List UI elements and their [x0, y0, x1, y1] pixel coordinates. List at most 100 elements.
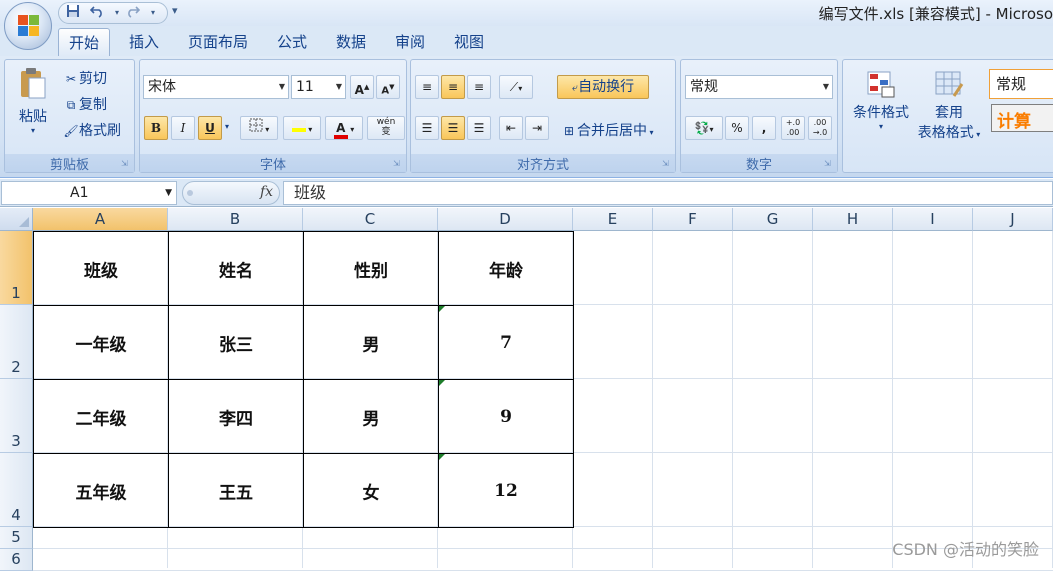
fill-color-button[interactable]: ▾: [283, 116, 321, 140]
insert-function-button[interactable]: fx: [260, 184, 273, 200]
conditional-formatting-button[interactable]: 条件格式 ▾: [847, 70, 915, 131]
number-format-select[interactable]: 常规 ▼: [685, 75, 833, 99]
cut-button[interactable]: ✂ 剪切: [63, 68, 107, 88]
clipboard-launcher-icon[interactable]: ⇲: [121, 159, 131, 169]
formula-input[interactable]: 班级: [283, 181, 1053, 205]
column-header-c[interactable]: C: [303, 208, 438, 231]
worksheet-grid[interactable]: ABCDEFGHIJ 123456 班级 姓名 性别 年龄 一年级 张三男 7 二年级 李四男 9…: [0, 208, 1053, 571]
borders-button[interactable]: ▾: [240, 116, 278, 140]
paste-dropdown-icon[interactable]: ▾: [13, 126, 53, 135]
column-header-g[interactable]: G: [733, 208, 813, 231]
shrink-font-button[interactable]: A▼: [376, 75, 400, 99]
cell-a4[interactable]: 五年级: [33, 453, 169, 528]
increase-indent-button[interactable]: ⇥: [525, 116, 549, 140]
tab-insert[interactable]: 插入: [119, 28, 169, 56]
chevron-down-icon: ▼: [822, 82, 829, 91]
align-left-icon: ☰: [421, 121, 433, 135]
underline-dropdown-icon[interactable]: ▾: [225, 122, 229, 131]
cell-a2[interactable]: 一年级: [33, 305, 169, 380]
paste-icon: [21, 68, 46, 99]
font-name-select[interactable]: 宋体 ▼: [143, 75, 289, 99]
percent-button[interactable]: %: [725, 116, 749, 140]
tab-view[interactable]: 视图: [444, 28, 494, 56]
office-button[interactable]: [4, 2, 52, 50]
align-middle-button[interactable]: ≡: [441, 75, 465, 99]
underline-button[interactable]: U: [198, 116, 222, 140]
save-icon[interactable]: [63, 4, 83, 22]
tab-home[interactable]: 开始: [58, 28, 111, 56]
merge-center-button[interactable]: ⊞ 合并后居中 ▾: [561, 120, 654, 140]
name-box[interactable]: A1 ▼: [1, 181, 177, 205]
cell-b1[interactable]: 姓名: [168, 231, 304, 306]
row-header-2[interactable]: 2: [0, 305, 33, 379]
align-bottom-button[interactable]: ≡: [467, 75, 491, 99]
cell-a3[interactable]: 二年级: [33, 379, 169, 454]
align-right-button[interactable]: ☰: [467, 116, 491, 140]
bold-button[interactable]: B: [144, 116, 168, 140]
align-left-button[interactable]: ☰: [415, 116, 439, 140]
column-header-b[interactable]: B: [168, 208, 303, 231]
cell-c3[interactable]: 男: [303, 379, 439, 454]
phonetic-button[interactable]: wén 变: [367, 116, 405, 140]
style-normal-swatch[interactable]: 常规: [989, 69, 1053, 99]
align-middle-icon: ≡: [447, 80, 459, 94]
number-group-label: 数字: [681, 154, 837, 173]
style-calculation-swatch[interactable]: 计算: [991, 104, 1053, 132]
font-color-button[interactable]: A ▾: [325, 116, 363, 140]
customize-qat-icon[interactable]: ▾: [172, 4, 178, 17]
cell-c4[interactable]: 女: [303, 453, 439, 528]
divider-handle-icon[interactable]: [187, 190, 193, 196]
row-header-1[interactable]: 1: [0, 231, 33, 305]
grow-font-button[interactable]: A▲: [350, 75, 374, 99]
accounting-format-button[interactable]: 💱▾: [685, 116, 723, 140]
undo-icon[interactable]: [87, 4, 107, 22]
cell-d3[interactable]: 9: [438, 379, 574, 454]
row-header-3[interactable]: 3: [0, 379, 33, 453]
increase-decimal-button[interactable]: +.0 .00: [781, 116, 805, 140]
paste-button[interactable]: 粘贴 ▾: [13, 66, 53, 135]
format-painter-label: 格式刷: [79, 123, 121, 139]
font-launcher-icon[interactable]: ⇲: [393, 159, 403, 169]
row-header-5[interactable]: 5: [0, 527, 33, 549]
chevron-down-icon: ▼: [165, 188, 172, 198]
row-header-4[interactable]: 4: [0, 453, 33, 527]
copy-button[interactable]: ⧉ 复制: [63, 94, 107, 114]
select-all-button[interactable]: [0, 208, 33, 231]
column-header-f[interactable]: F: [653, 208, 733, 231]
cell-c1[interactable]: 性别: [303, 231, 439, 306]
column-header-i[interactable]: I: [893, 208, 973, 231]
redo-icon[interactable]: [123, 4, 143, 22]
cell-d1[interactable]: 年龄: [438, 231, 574, 306]
decrease-indent-button[interactable]: ⇤: [499, 116, 523, 140]
italic-button[interactable]: I: [171, 116, 195, 140]
cell-c2[interactable]: 男: [303, 305, 439, 380]
wrap-text-button[interactable]: ⤶自动换行: [557, 75, 649, 99]
tab-data[interactable]: 数据: [326, 28, 376, 56]
cell-d4[interactable]: 12: [438, 453, 574, 528]
tab-review[interactable]: 审阅: [385, 28, 435, 56]
cell-b4[interactable]: 王五: [168, 453, 304, 528]
column-header-j[interactable]: J: [973, 208, 1053, 231]
alignment-launcher-icon[interactable]: ⇲: [662, 159, 672, 169]
comma-button[interactable]: ,: [752, 116, 776, 140]
format-as-table-button[interactable]: 套用 表格格式 ▾: [913, 70, 985, 142]
column-header-h[interactable]: H: [813, 208, 893, 231]
number-launcher-icon[interactable]: ⇲: [824, 159, 834, 169]
column-header-e[interactable]: E: [573, 208, 653, 231]
font-size-select[interactable]: 11 ▼: [291, 75, 346, 99]
align-center-button[interactable]: ☰: [441, 116, 465, 140]
cell-a1[interactable]: 班级: [33, 231, 169, 306]
cell-b2[interactable]: 张三: [168, 305, 304, 380]
cell-b3[interactable]: 李四: [168, 379, 304, 454]
tab-page-layout[interactable]: 页面布局: [178, 28, 258, 56]
decrease-decimal-button[interactable]: .00 →.0: [808, 116, 832, 140]
redo-dropdown-icon[interactable]: ▾: [143, 4, 163, 22]
column-header-a[interactable]: A: [33, 208, 168, 231]
tab-formulas[interactable]: 公式: [267, 28, 317, 56]
font-size-value: 11: [296, 79, 314, 95]
cell-d2[interactable]: 7: [438, 305, 574, 380]
orientation-button[interactable]: ⟋▾: [499, 75, 533, 99]
format-painter-button[interactable]: 🖌格式刷: [63, 120, 121, 140]
align-top-button[interactable]: ≡: [415, 75, 439, 99]
column-header-d[interactable]: D: [438, 208, 573, 231]
